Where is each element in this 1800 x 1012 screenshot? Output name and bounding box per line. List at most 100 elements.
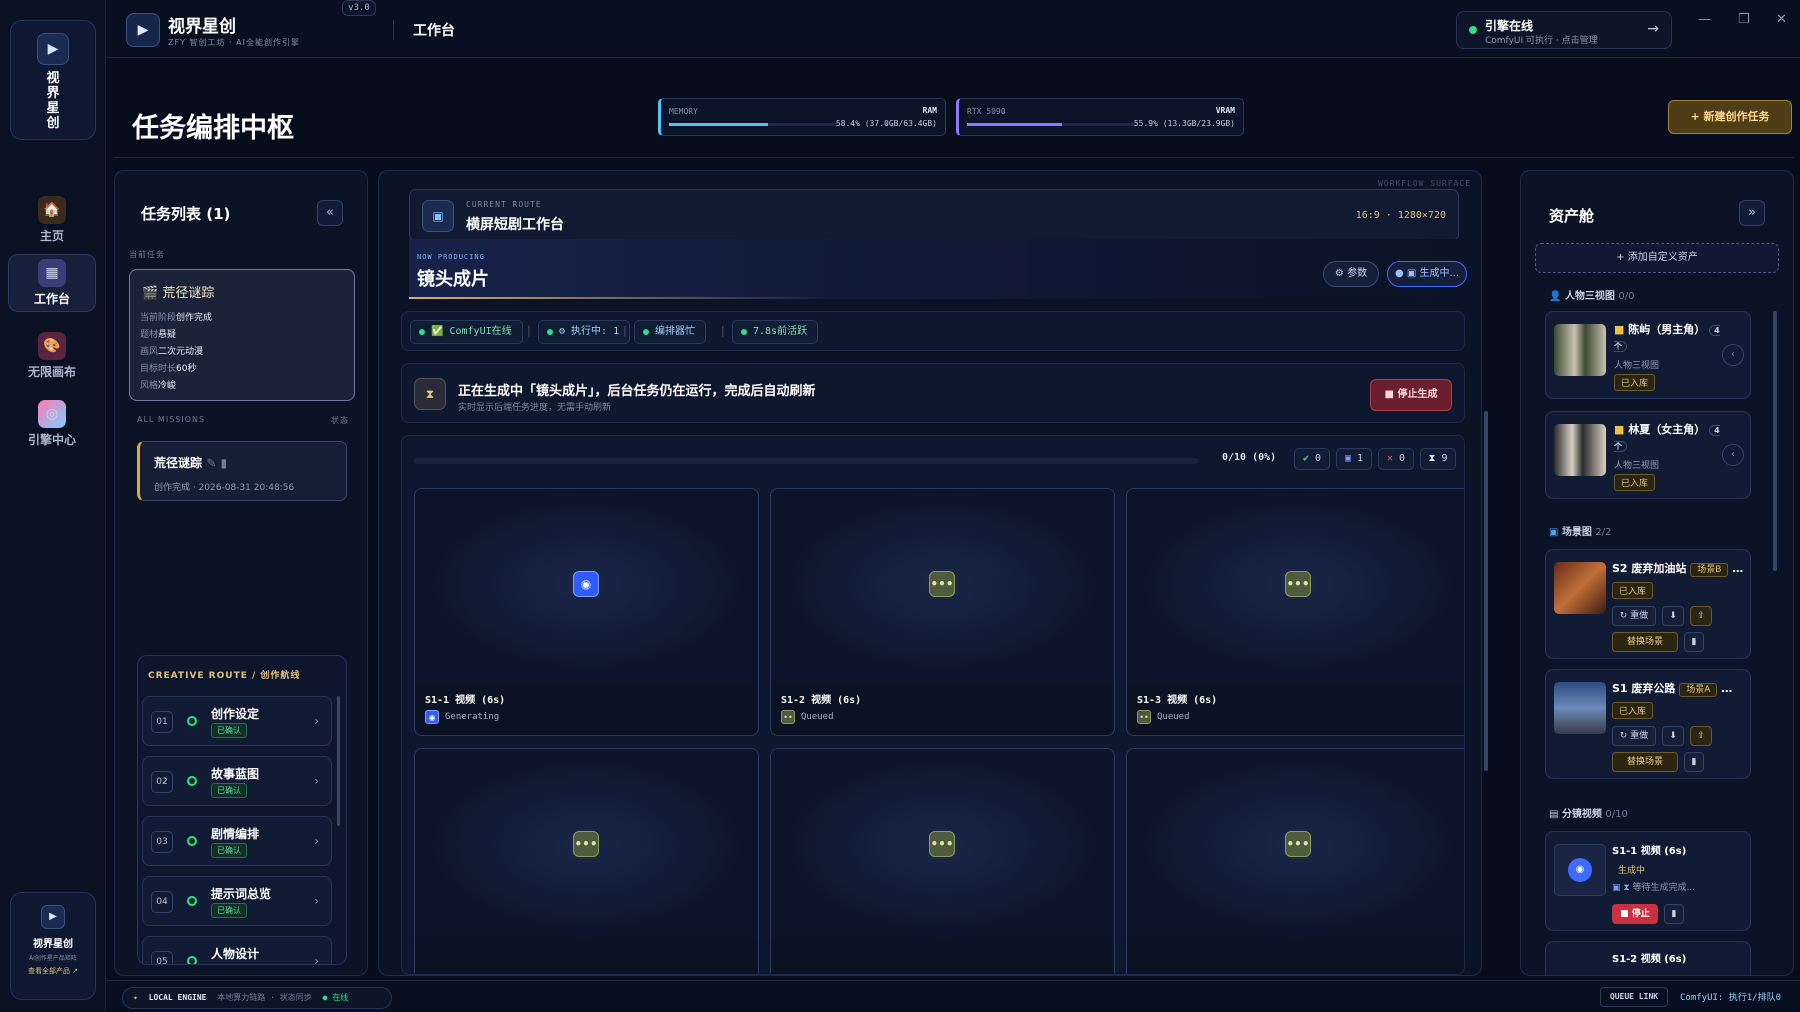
mission-item[interactable]: 荒径谜踪 ✎ ▮ 创作完成 · 2026-08-31 20:48:56 [137, 441, 347, 501]
memory-bar-fill [669, 123, 769, 126]
scene-thumbnail [1554, 562, 1606, 614]
vram-bar-fill [967, 123, 1063, 126]
current-task-card[interactable]: 🎬 荒径谜踪 当前阶段创作完成 题材悬疑 画风二次元动漫 目标时长60秒 风格冷… [129, 269, 355, 401]
surface-label: WORKFLOW SURFACE [1377, 179, 1471, 188]
collapse-left-button[interactable]: « [317, 200, 343, 226]
minimize-button[interactable]: — [1698, 12, 1711, 27]
status-chips: ✅ ComfyUI在线 | ⚙ 执行中: 1 | 编排器忙 | 7.8s前活跃 [401, 311, 1465, 351]
nav-canvas[interactable]: 🎨 无限画布 [8, 328, 96, 386]
comfyui-online-chip: ✅ ComfyUI在线 [410, 320, 523, 344]
stop-generation-button[interactable]: ■ 停止生成 [1370, 379, 1452, 411]
mission-name: 荒径谜踪 ✎ ▮ [154, 456, 228, 470]
delete-icon[interactable]: ▮ [1664, 904, 1684, 924]
nav-home-label: 主页 [39, 229, 64, 243]
queued-status-icon: •• [1137, 710, 1151, 724]
replace-scene-button[interactable]: 替换场景 [1612, 632, 1678, 652]
route-step-3[interactable]: 03 剧情编排 已确认 › [142, 816, 332, 866]
status-label: 状态 [331, 416, 349, 425]
upload-icon[interactable]: ⇧ [1690, 726, 1712, 746]
nav-canvas-label: 无限画布 [27, 365, 76, 379]
close-button[interactable]: ✕ [1776, 12, 1787, 27]
sidebar-logo[interactable]: ▶ 视界星创 [10, 20, 96, 140]
folder-icon: ■ [1614, 323, 1625, 336]
producing-label: NOW PRODUCING [417, 253, 485, 261]
queued-status-icon: •• [781, 710, 795, 724]
route-step-1[interactable]: 01 创作设定 已确认 › [142, 696, 332, 746]
character-asset[interactable]: ■ 林夏（女主角） 4个 人物三视图 已入库 ‹ [1545, 411, 1751, 499]
character-asset[interactable]: ■ 陈屿（男主角） 4个 人物三视图 已入库 ‹ [1545, 311, 1751, 399]
shot-card[interactable]: ••• S1-3 视频 (6s) •• Queued [1126, 488, 1464, 736]
online-dot [1469, 26, 1477, 34]
product-card-title: 视界星创 [33, 939, 73, 950]
producing-title: 镜头成片 [417, 269, 489, 290]
center-scrollbar[interactable] [1484, 411, 1488, 771]
creative-route: CREATIVE ROUTE / 创作航线 01 创作设定 已确认 › 02 故事蓝图已… [137, 655, 347, 965]
in-library-tag: 已入库 [1612, 702, 1654, 719]
shot-card[interactable]: ••• [1126, 748, 1464, 974]
stop-video-button[interactable]: ■ 停止 [1612, 904, 1658, 924]
play-logo-icon: ▶ [37, 33, 69, 65]
character-name: ■ 陈屿（男主角） 4个 [1614, 323, 1720, 352]
delete-icon[interactable]: ▮ [1684, 752, 1704, 772]
in-library-tag: 已入库 [1614, 374, 1656, 391]
scene-name: S2 废弃加油站 场景B … [1612, 562, 1744, 577]
scene-asset[interactable]: S2 废弃加油站 场景B … 已入库 ↻ 重做 ⬇ ⇧ 替换场景 ▮ [1545, 549, 1751, 659]
redo-button[interactable]: ↻ 重做 [1612, 726, 1656, 746]
character-thumbnail [1554, 424, 1606, 476]
download-icon[interactable]: ⬇ [1662, 606, 1684, 626]
video-asset[interactable]: ◉ S1-1 视频 (6s) 生成中 ▣ ⧗ 等待生成完成... ■ 停止 ▮ [1545, 831, 1751, 931]
hourglass-icon: ⧗ [414, 378, 446, 410]
last-active-chip: 7.8s前活跃 [732, 320, 819, 344]
done-count: ✔ 0 [1294, 448, 1330, 470]
add-asset-button[interactable]: + 添加自定义资产 [1535, 243, 1779, 273]
chevron-left-icon[interactable]: ‹ [1722, 344, 1744, 366]
brand[interactable]: ▶ 视界星创 ZFY 智创工坊 · AI全能创作引擎 [126, 12, 300, 48]
step-check-icon [187, 836, 197, 846]
character-thumbnail [1554, 324, 1606, 376]
edit-icon: ✎ [206, 456, 217, 470]
queue-link-button[interactable]: QUEUE LINK [1600, 987, 1668, 1007]
product-card-link[interactable]: 查看全部产品 ↗ [11, 966, 95, 976]
route-step-4[interactable]: 04 提示词总览 已确认 › [142, 876, 332, 926]
shot-card[interactable]: ••• [770, 748, 1115, 974]
replace-scene-button[interactable]: 替换场景 [1612, 752, 1678, 772]
download-icon[interactable]: ⬇ [1662, 726, 1684, 746]
generating-icon: ◉ [1568, 858, 1592, 882]
memory-meter: MEMORY RAM 58.4% (37.0GB/63.4GB) [658, 98, 946, 136]
expand-right-button[interactable]: » [1739, 200, 1765, 226]
logo-text: 视界星创 [46, 71, 60, 131]
sidebar-rail: ▶ 视界星创 🏠 主页 ▦ 工作台 🎨 无限画布 ◎ 引擎中心 ▶ 视界星创 A… [0, 0, 106, 1012]
video-asset[interactable]: S1-2 视频 (6s) [1545, 941, 1751, 975]
new-task-button[interactable]: + 新建创作任务 [1668, 100, 1792, 134]
video-wait: ▣ ⧗ 等待生成完成... [1612, 883, 1696, 893]
shot-card[interactable]: ••• [414, 748, 759, 974]
workbench-icon: ▦ [38, 259, 66, 287]
route-step-2[interactable]: 02 故事蓝图 已确认 › [142, 756, 332, 806]
nav-workbench[interactable]: ▦ 工作台 [8, 254, 96, 312]
queued-icon: ••• [573, 831, 599, 857]
nav-home[interactable]: 🏠 主页 [8, 192, 96, 250]
delete-icon[interactable]: ▮ [1684, 632, 1704, 652]
upload-icon[interactable]: ⇧ [1690, 606, 1712, 626]
chevron-left-icon[interactable]: ‹ [1722, 444, 1744, 466]
character-type: 人物三视图 [1614, 361, 1660, 371]
shot-card[interactable]: ••• S1-2 视频 (6s) •• Queued [770, 488, 1115, 736]
asset-scrollbar[interactable] [1773, 311, 1777, 571]
route-step-5[interactable]: 05 人物设计 › [142, 936, 332, 964]
shot-status: Queued [801, 712, 834, 722]
engine-status[interactable]: 引擎在线 ComfyUI 可执行 · 点击管理 → [1456, 11, 1672, 49]
redo-button[interactable]: ↻ 重做 [1612, 606, 1656, 626]
params-button[interactable]: ⚙ 参数 [1323, 261, 1379, 287]
video-name: S1-1 视频 (6s) [1612, 846, 1687, 857]
scene-asset[interactable]: S1 废弃公路 场景A … 已入库 ↻ 重做 ⬇ ⇧ 替换场景 ▮ [1545, 669, 1751, 779]
restore-button[interactable]: ❐ [1738, 12, 1750, 27]
generating-button[interactable]: ● ▣ 生成中... [1387, 261, 1467, 287]
route-scrollbar[interactable] [337, 696, 340, 826]
arrow-right-icon: → [1647, 21, 1659, 37]
route-title: CREATIVE ROUTE / 创作航线 [148, 671, 301, 681]
product-card[interactable]: ▶ 视界星创 AI创作星产品矩阵 查看全部产品 ↗ [10, 892, 96, 1000]
page-title: 工作台 [413, 23, 455, 39]
shot-grid: 0/10 (0%) ✔ 0 ▣ 1 ✕ 0 ⧗ 9 ◉ S1-1 视频 (6s)… [401, 435, 1465, 975]
nav-engine[interactable]: ◎ 引擎中心 [8, 396, 96, 454]
shot-card[interactable]: ◉ S1-1 视频 (6s) ◉ Generating [414, 488, 759, 736]
